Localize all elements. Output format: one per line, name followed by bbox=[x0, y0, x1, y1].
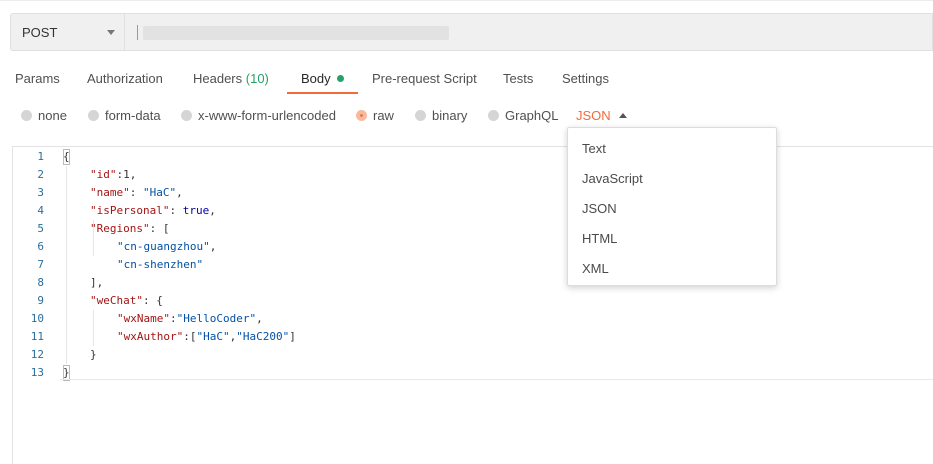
radio-selected-icon bbox=[356, 110, 367, 121]
indent-guide bbox=[66, 166, 67, 364]
editor-top-border bbox=[12, 146, 933, 147]
radio-binary[interactable]: binary bbox=[415, 108, 467, 123]
tab-tests[interactable]: Tests bbox=[503, 71, 533, 86]
code-line: "cn-guangzhou", bbox=[117, 240, 217, 253]
menu-item-html[interactable]: HTML bbox=[582, 231, 617, 246]
code-line: ], bbox=[90, 276, 104, 289]
radio-circle-icon bbox=[88, 110, 99, 121]
chevron-up-icon[interactable] bbox=[619, 113, 627, 118]
tab-headers[interactable]: Headers (10) bbox=[193, 71, 269, 86]
radio-circle-icon bbox=[181, 110, 192, 121]
line-number: 4 bbox=[37, 204, 44, 217]
line-number: 5 bbox=[37, 222, 44, 235]
radio-x-www-form-urlencoded[interactable]: x-www-form-urlencoded bbox=[181, 108, 336, 123]
line-number: 9 bbox=[37, 294, 44, 307]
radio-label: binary bbox=[432, 108, 468, 123]
line-number: 8 bbox=[37, 276, 44, 289]
code-line: "isPersonal": true, bbox=[90, 204, 216, 217]
line-number: 3 bbox=[37, 186, 44, 199]
url-input[interactable] bbox=[124, 13, 933, 51]
line-number: 13 bbox=[30, 366, 44, 379]
line-number: 11 bbox=[30, 330, 44, 343]
line-number: 12 bbox=[30, 348, 44, 361]
line-number: 1 bbox=[37, 150, 44, 163]
editor-end-line bbox=[60, 379, 933, 380]
radio-label: form-data bbox=[105, 108, 161, 123]
radio-label: none bbox=[38, 108, 67, 123]
text-cursor bbox=[137, 25, 138, 40]
redacted-url bbox=[143, 26, 449, 40]
radio-label: raw bbox=[373, 108, 394, 123]
line-number: 6 bbox=[37, 240, 44, 253]
menu-item-javascript[interactable]: JavaScript bbox=[582, 171, 643, 186]
tab-headers-label: Headers bbox=[193, 71, 243, 86]
code-line: "id":1, bbox=[90, 168, 137, 181]
top-border bbox=[0, 0, 933, 1]
radio-circle-icon bbox=[21, 110, 32, 121]
radio-none[interactable]: none bbox=[21, 108, 67, 123]
code-line: "cn-shenzhen" bbox=[117, 258, 204, 271]
method-label: POST bbox=[22, 25, 58, 40]
tab-body-label: Body bbox=[301, 71, 331, 86]
code-line: "wxAuthor":["HaC","HaC200"] bbox=[117, 330, 296, 343]
radio-circle-icon bbox=[488, 110, 499, 121]
radio-label: GraphQL bbox=[505, 108, 559, 123]
radio-graphql[interactable]: GraphQL bbox=[488, 108, 558, 123]
menu-item-text[interactable]: Text bbox=[582, 141, 606, 156]
code-line: "wxName":"HelloCoder", bbox=[117, 312, 263, 325]
method-select[interactable]: POST bbox=[10, 13, 124, 51]
radio-label: x-www-form-urlencoded bbox=[198, 108, 336, 123]
body-indicator-dot-icon bbox=[336, 75, 344, 82]
radio-circle-icon bbox=[415, 110, 426, 121]
editor-left-border bbox=[12, 146, 13, 464]
tab-body[interactable]: Body bbox=[301, 71, 344, 86]
radio-form-data[interactable]: form-data bbox=[88, 108, 161, 123]
tab-authorization[interactable]: Authorization bbox=[87, 71, 163, 86]
tab-params[interactable]: Params bbox=[15, 71, 60, 86]
code-line: } bbox=[90, 348, 97, 361]
code-line: { bbox=[63, 150, 70, 163]
format-select[interactable]: JSON bbox=[576, 108, 611, 123]
menu-item-xml[interactable]: XML bbox=[582, 261, 609, 276]
format-dropdown-menu: Text JavaScript JSON HTML XML bbox=[567, 127, 777, 286]
line-number: 7 bbox=[37, 258, 44, 271]
line-number: 10 bbox=[30, 312, 44, 325]
indent-guide bbox=[93, 310, 94, 346]
menu-item-json[interactable]: JSON bbox=[582, 201, 617, 216]
chevron-down-icon bbox=[107, 30, 115, 35]
radio-raw[interactable]: raw bbox=[356, 108, 394, 123]
code-line: "name": "HaC", bbox=[90, 186, 183, 199]
headers-count-badge: (10) bbox=[245, 71, 269, 86]
active-tab-underline bbox=[287, 92, 358, 94]
tab-pre-request-script[interactable]: Pre-request Script bbox=[372, 71, 477, 86]
code-line: "Regions": [ bbox=[90, 222, 170, 235]
tab-settings[interactable]: Settings bbox=[562, 71, 609, 86]
code-line: "weChat": { bbox=[90, 294, 163, 307]
line-number: 2 bbox=[37, 168, 44, 181]
